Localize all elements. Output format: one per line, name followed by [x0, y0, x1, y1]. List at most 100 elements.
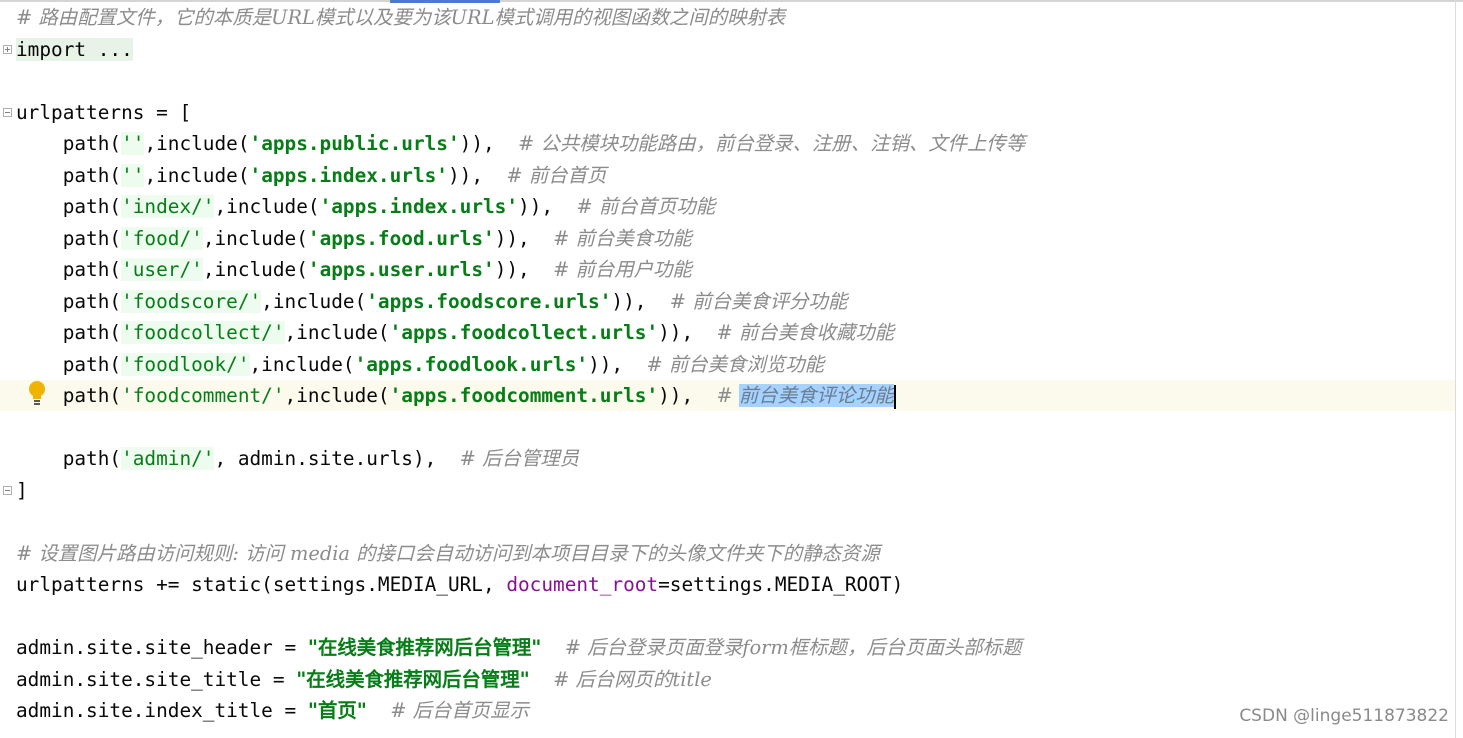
code-string: 'index/': [121, 195, 215, 218]
code-token: )),: [494, 258, 554, 281]
code-string: "在线美食推荐网后台管理": [307, 636, 542, 659]
code-string: "在线美食推荐网后台管理": [296, 667, 530, 691]
code-token: )),: [518, 195, 577, 218]
code-string: 'apps.food.urls': [307, 226, 495, 250]
code-token: )),: [658, 321, 717, 344]
code-token: path(: [16, 132, 122, 155]
code-token: )),: [447, 163, 507, 187]
code-token: admin.site.site_header =: [16, 636, 308, 659]
code-comment: # 后台网页的title: [553, 667, 712, 691]
code-comment: # 前台首页: [506, 163, 607, 187]
code-line[interactable]: admin.site.site_header = "在线美食推荐网后台管理" #…: [16, 632, 1021, 663]
code-line[interactable]: ]: [16, 475, 28, 506]
code-string: 'apps.foodcomment.urls': [389, 384, 659, 407]
code-line[interactable]: urlpatterns = [: [16, 97, 191, 128]
code-line[interactable]: # 设置图片路由访问规则: 访问 media 的接口会自动访问到本项目目录下的头…: [16, 538, 880, 569]
code-token: ,include(: [284, 321, 390, 344]
code-token: ,include(: [284, 384, 390, 407]
code-token: ,include(: [202, 226, 308, 250]
code-line[interactable]: admin.site.site_title = "在线美食推荐网后台管理" # …: [16, 664, 712, 695]
code-line[interactable]: path('',include('apps.public.urls')), # …: [16, 128, 1025, 159]
code-line[interactable]: path('admin/', admin.site.urls), # 后台管理员: [16, 443, 579, 474]
code-line[interactable]: path('index/',include('apps.index.urls')…: [16, 191, 715, 222]
code-comment: # 前台美食评分功能: [669, 289, 848, 313]
code-token: admin.site.site_title =: [16, 667, 297, 691]
code-string: '': [121, 132, 145, 155]
code-string: 'apps.index.urls': [319, 195, 519, 218]
code-string: 'apps.foodscore.urls': [366, 289, 612, 313]
code-string: 'foodscore/': [121, 289, 262, 313]
code-token: , admin.site.urls),: [214, 447, 460, 470]
code-comment: #: [716, 384, 739, 407]
code-token: path(: [16, 195, 122, 218]
code-string: 'foodlook/': [121, 352, 250, 376]
code-token: urlpatterns += static(settings.MEDIA_URL…: [16, 573, 507, 596]
code-token: ,include(: [144, 132, 250, 155]
code-line[interactable]: path('foodcollect/',include('apps.foodco…: [16, 317, 894, 348]
fold-marker-icon[interactable]: [3, 107, 12, 117]
code-string: 'apps.user.urls': [307, 258, 495, 281]
code-token: path(: [16, 258, 122, 281]
code-line[interactable]: path('',include('apps.index.urls')), # 前…: [16, 160, 606, 191]
fold-marker-icon[interactable]: [3, 44, 12, 54]
code-token: ,include(: [261, 289, 367, 313]
code-line[interactable]: import ...: [16, 34, 133, 65]
code-line[interactable]: path('foodcomment/',include('apps.foodco…: [16, 380, 897, 411]
code-token: path(: [16, 352, 122, 376]
code-token: )),: [494, 226, 554, 250]
code-string: 'apps.index.urls': [249, 163, 448, 187]
code-line[interactable]: path('foodscore/',include('apps.foodscor…: [16, 286, 847, 317]
code-string: '': [121, 163, 145, 187]
code-string: 'foodcomment/': [121, 384, 285, 407]
code-token: urlpatterns = [: [16, 100, 192, 124]
code-line[interactable]: path('foodlook/',include('apps.foodlook.…: [16, 349, 824, 380]
code-comment: # 后台管理员: [459, 447, 580, 470]
code-token: ,include(: [144, 163, 250, 187]
code-comment: # 前台美食浏览功能: [646, 352, 824, 376]
code-token: import ...: [16, 37, 133, 61]
code-token: path(: [16, 321, 122, 344]
code-comment: 前台美食评论功能: [738, 384, 895, 407]
code-token: ]: [16, 478, 28, 502]
lightbulb-icon[interactable]: [29, 381, 45, 405]
code-token: ,include(: [202, 258, 308, 281]
code-comment: # 后台登录页面登录form框标题，后台页面头部标题: [564, 636, 1022, 659]
code-comment: # 前台美食收藏功能: [716, 321, 895, 344]
code-string: 'foodcollect/': [121, 321, 285, 344]
code-comment: # 前台美食功能: [553, 226, 692, 250]
code-token: =settings.MEDIA_ROOT): [658, 573, 904, 596]
code-string: "首页": [307, 699, 367, 722]
code-token: ,include(: [214, 195, 320, 218]
code-line[interactable]: urlpatterns += static(settings.MEDIA_URL…: [16, 569, 903, 600]
code-comment: # 路由配置文件，它的本质是URL模式以及要为该URL模式调用的视图函数之间的映…: [16, 6, 786, 29]
fold-marker-icon[interactable]: [3, 485, 12, 495]
code-line[interactable]: admin.site.index_title = "首页" # 后台首页显示: [16, 695, 529, 726]
code-token: )),: [658, 384, 717, 407]
text-caret: [894, 384, 897, 409]
code-token: document_root: [506, 573, 659, 596]
code-comment: # 前台用户功能: [553, 258, 692, 281]
code-token: path(: [16, 447, 122, 470]
code-token: path(: [16, 226, 122, 250]
code-string: 'apps.foodcollect.urls': [389, 321, 659, 344]
code-string: 'user/': [121, 258, 203, 281]
code-comment: # 前台首页功能: [576, 195, 716, 218]
code-token: )),: [588, 352, 647, 376]
code-string: 'apps.public.urls': [249, 132, 460, 155]
code-token: ,include(: [249, 352, 355, 376]
code-line[interactable]: path('food/',include('apps.food.urls')),…: [16, 223, 692, 254]
code-string: 'admin/': [121, 447, 215, 470]
code-line[interactable]: path('user/',include('apps.user.urls')),…: [16, 254, 692, 285]
code-token: )),: [611, 289, 670, 313]
code-comment: # 公共模块功能路由，前台登录、注册、注销、文件上传等: [518, 132, 1026, 155]
code-comment: # 设置图片路由访问规则: 访问 media 的接口会自动访问到本项目目录下的头…: [16, 541, 880, 565]
code-line[interactable]: # 路由配置文件，它的本质是URL模式以及要为该URL模式调用的视图函数之间的映…: [16, 2, 785, 33]
code-string: 'food/': [121, 226, 203, 250]
code-comment: # 后台首页显示: [390, 699, 529, 722]
code-string: 'apps.foodlook.urls': [354, 352, 589, 376]
watermark: CSDN @linge511873822: [1239, 706, 1449, 726]
editor-right-border: [1455, 0, 1456, 738]
